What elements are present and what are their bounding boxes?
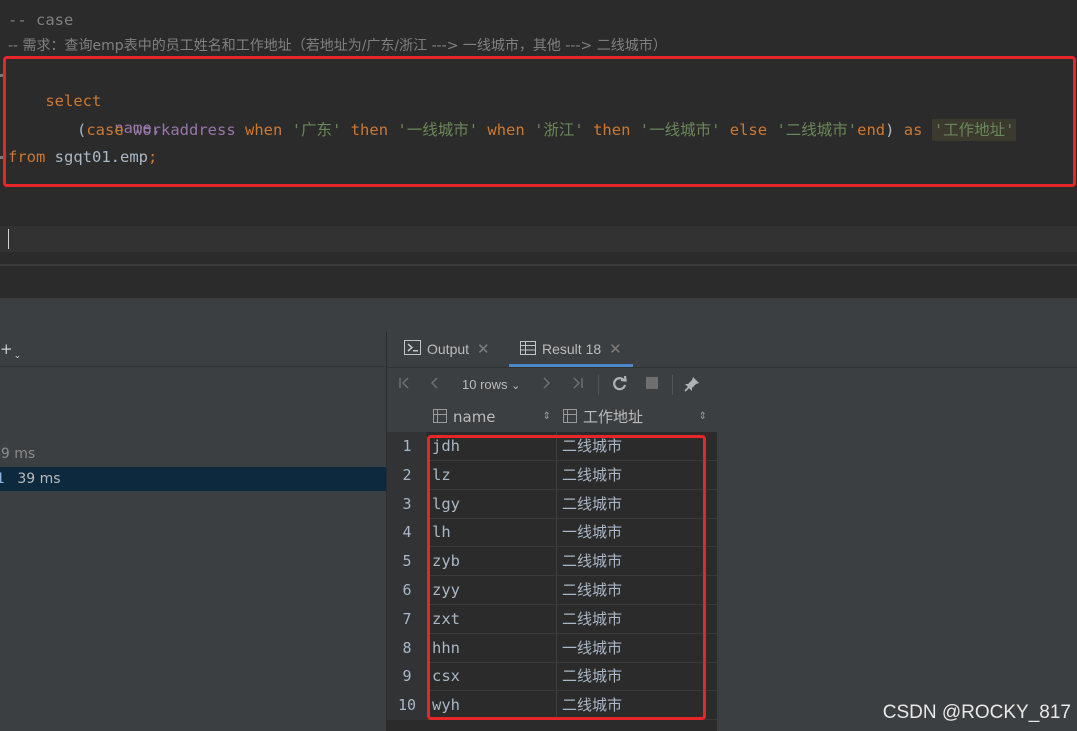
first-page-icon[interactable]: [398, 375, 412, 395]
row-number: 7: [387, 604, 427, 634]
text-caret: [8, 229, 9, 249]
execution-time: 39 ms: [17, 471, 61, 487]
column-title: 工作地址: [583, 408, 644, 426]
toolbar-separator: [672, 375, 673, 395]
column-title: name: [453, 408, 496, 426]
refresh-icon[interactable]: [611, 375, 628, 397]
sort-icon[interactable]: ⇕: [543, 402, 551, 432]
grid-header: name ⇕ 工作地址 ⇕: [387, 402, 717, 432]
services-panel: +⌄ 49 ms 1 39 ms: [0, 332, 386, 731]
execution-time: 49 ms: [0, 446, 36, 462]
last-page-icon[interactable]: [570, 375, 584, 395]
row-number: 3: [387, 489, 427, 519]
toolbar-separator: [598, 375, 599, 395]
column-header-name[interactable]: name ⇕: [433, 402, 557, 432]
page-size-dropdown[interactable]: 10 rows ⌄: [462, 377, 520, 392]
current-line-highlight: [0, 226, 1077, 252]
sort-icon[interactable]: ⇕: [699, 402, 707, 432]
annotation-box-results: [427, 435, 706, 720]
previous-page-icon[interactable]: [430, 375, 440, 395]
services-toolbar: +⌄: [0, 332, 386, 367]
table-icon: [520, 333, 536, 368]
row-number: 10: [387, 691, 427, 721]
code-comment-line: -- case: [8, 11, 74, 29]
watermark: CSDN @ROCKY_817: [882, 702, 1071, 723]
close-icon[interactable]: ✕: [609, 341, 622, 358]
tab-output[interactable]: Output ✕: [404, 332, 490, 367]
plus-glyph: +: [0, 340, 13, 358]
rows-count: 10 rows: [462, 377, 508, 392]
row-number: 5: [387, 547, 427, 577]
column-icon: [563, 409, 577, 423]
row-number: 8: [387, 633, 427, 663]
column-header-address[interactable]: 工作地址 ⇕: [563, 402, 713, 432]
tab-label: Output: [427, 341, 470, 357]
pin-icon[interactable]: [683, 375, 701, 398]
tab-label: Result 18: [542, 341, 602, 357]
result-tabs: Output ✕ Result 18 ✕: [387, 332, 1077, 367]
row-number: 2: [387, 460, 427, 490]
chevron-down-icon: ⌄: [511, 380, 521, 392]
next-page-icon[interactable]: [541, 375, 551, 395]
tab-result-18[interactable]: Result 18 ✕: [509, 332, 633, 367]
chevron-down-icon: ⌄: [13, 351, 22, 361]
row-number: 9: [387, 662, 427, 692]
close-icon[interactable]: ✕: [477, 341, 490, 358]
tool-window-header: [0, 298, 1077, 332]
add-icon[interactable]: +⌄: [0, 340, 22, 361]
row-number: 4: [387, 518, 427, 548]
row-number: 6: [387, 576, 427, 605]
services-row-selected[interactable]: 1 39 ms: [0, 467, 386, 491]
console-icon: [404, 333, 421, 368]
stop-icon[interactable]: [646, 375, 659, 395]
session-number: 1: [0, 471, 5, 487]
editor-bottom-band: [0, 266, 1077, 298]
row-number: 1: [387, 432, 427, 461]
services-row[interactable]: 49 ms: [0, 442, 386, 466]
result-toolbar: 10 rows ⌄: [387, 367, 1077, 402]
sql-editor[interactable]: -- case -- 需求：查询emp表中的员工姓名和工作地址（若地址为/广东/…: [0, 0, 1077, 264]
column-icon: [433, 409, 447, 423]
annotation-box-sql: [3, 56, 1076, 187]
